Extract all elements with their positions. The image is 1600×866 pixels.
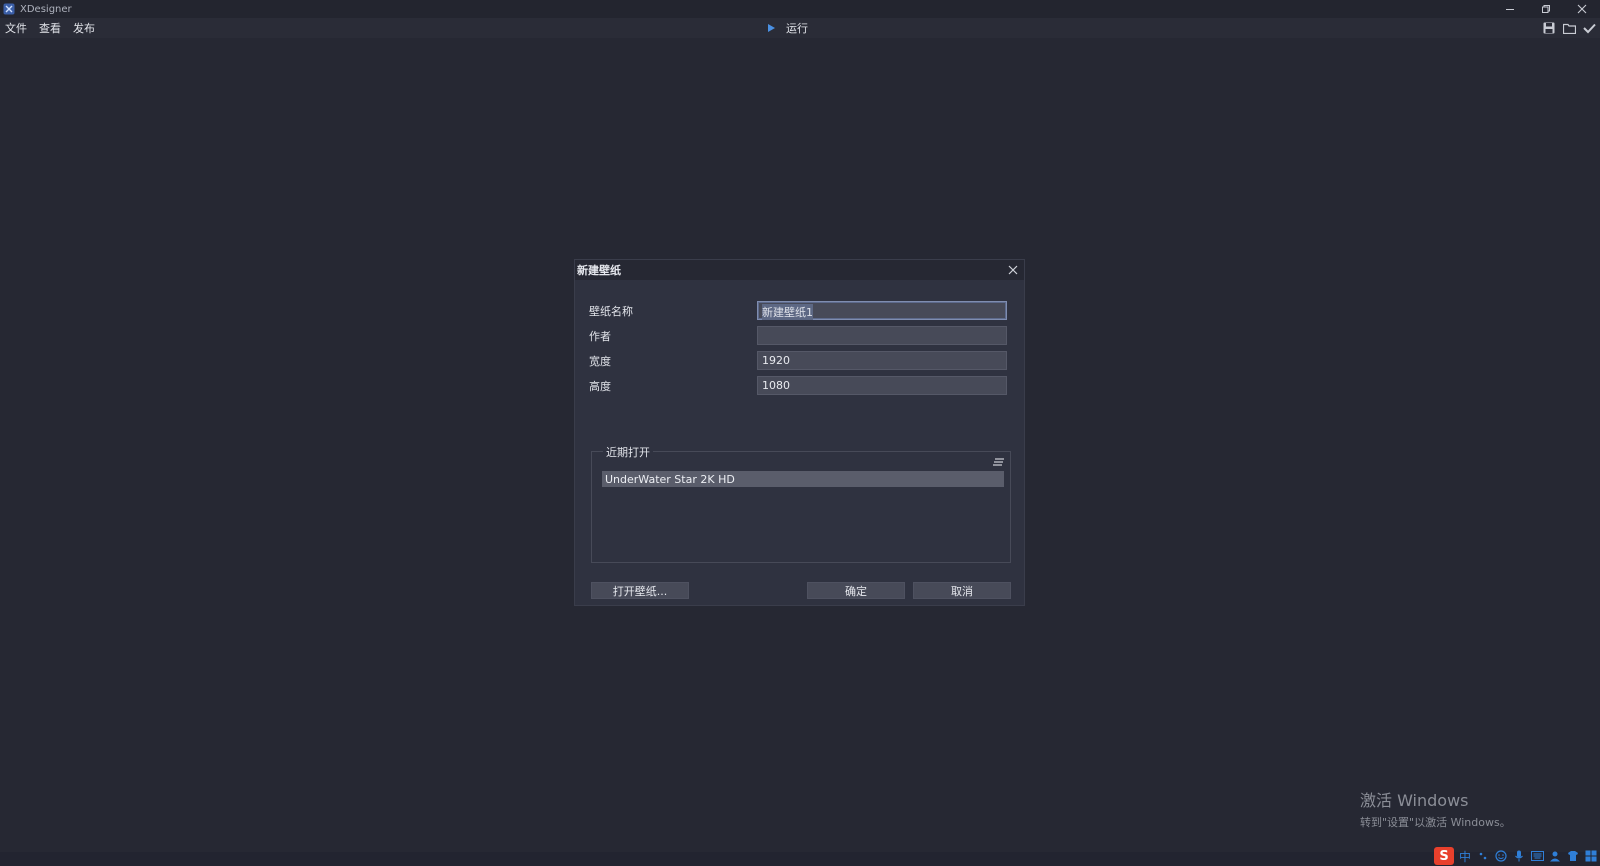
ok-button[interactable]: 确定 xyxy=(807,582,905,599)
close-icon xyxy=(1577,4,1587,14)
ime-logo-icon[interactable]: S xyxy=(1434,847,1454,865)
recent-group: 近期打开 UnderWater Star 2K HD xyxy=(591,444,1011,563)
author-row: 作者 xyxy=(589,326,1009,346)
cancel-button[interactable]: 取消 xyxy=(913,582,1011,599)
width-label: 宽度 xyxy=(589,355,611,368)
window-controls xyxy=(1492,0,1600,18)
open-wallpaper-button[interactable]: 打开壁纸... xyxy=(591,582,689,599)
author-label: 作者 xyxy=(589,330,611,343)
app-title: XDesigner xyxy=(20,3,72,15)
toolbox-icon[interactable] xyxy=(1584,848,1598,864)
menu-bar: 文件 查看 发布 运行 xyxy=(0,18,1600,38)
width-input[interactable]: 1920 xyxy=(757,351,1007,370)
run-button[interactable]: 运行 xyxy=(768,18,808,38)
name-input[interactable]: 新建壁纸1 xyxy=(757,301,1007,320)
author-input[interactable] xyxy=(757,326,1007,345)
close-icon xyxy=(1008,265,1018,275)
width-input-value: 1920 xyxy=(762,354,790,367)
title-bar: XDesigner xyxy=(0,0,1600,18)
play-icon xyxy=(768,24,775,32)
activation-subtitle: 转到"设置"以激活 Windows。 xyxy=(1360,816,1511,829)
recent-legend: 近期打开 xyxy=(603,444,653,460)
restore-button[interactable] xyxy=(1528,0,1564,18)
activation-title: 激活 Windows xyxy=(1360,791,1469,810)
dialog-title: 新建壁纸 xyxy=(577,264,621,277)
dialog-header: 新建壁纸 xyxy=(575,260,1024,280)
recent-list-item[interactable]: UnderWater Star 2K HD xyxy=(602,471,1004,487)
app-logo-icon xyxy=(3,3,15,15)
name-label: 壁纸名称 xyxy=(589,305,633,318)
activation-watermark: 激活 Windows 转到"设置"以激活 Windows。 xyxy=(1360,787,1511,830)
folder-icon[interactable] xyxy=(1562,21,1576,35)
skin-icon[interactable] xyxy=(1566,848,1580,864)
save-icon[interactable] xyxy=(1542,21,1556,35)
height-input[interactable]: 1080 xyxy=(757,376,1007,395)
close-window-button[interactable] xyxy=(1564,0,1600,18)
keyboard-icon[interactable] xyxy=(1530,848,1544,864)
emoji-icon[interactable] xyxy=(1494,848,1508,864)
dialog-close-button[interactable] xyxy=(1006,263,1020,277)
minimize-button[interactable] xyxy=(1492,0,1528,18)
new-wallpaper-dialog: 新建壁纸 壁纸名称 新建壁纸1 作者 宽度 1920 高度 1080 近期打开 … xyxy=(574,259,1025,606)
width-row: 宽度 1920 xyxy=(589,351,1009,371)
user-icon[interactable] xyxy=(1548,848,1562,864)
height-input-value: 1080 xyxy=(762,379,790,392)
bottom-strip xyxy=(0,852,1600,866)
checkmark-icon[interactable] xyxy=(1582,21,1596,35)
menu-publish[interactable]: 发布 xyxy=(73,20,95,36)
height-label: 高度 xyxy=(589,380,611,393)
minimize-icon xyxy=(1506,9,1514,10)
list-menu-icon[interactable] xyxy=(993,457,1005,467)
restore-icon xyxy=(1542,5,1550,13)
punctuation-icon[interactable] xyxy=(1476,848,1490,864)
height-row: 高度 1080 xyxy=(589,376,1009,396)
menu-file[interactable]: 文件 xyxy=(5,20,27,36)
name-row: 壁纸名称 新建壁纸1 xyxy=(589,301,1009,321)
system-tray: S 中 xyxy=(1434,846,1600,866)
run-label: 运行 xyxy=(786,22,808,35)
microphone-icon[interactable] xyxy=(1512,848,1526,864)
menu-view[interactable]: 查看 xyxy=(39,20,61,36)
toolbar-icons xyxy=(1542,18,1596,38)
ime-language[interactable]: 中 xyxy=(1458,848,1472,864)
name-input-value: 新建壁纸1 xyxy=(762,304,813,320)
